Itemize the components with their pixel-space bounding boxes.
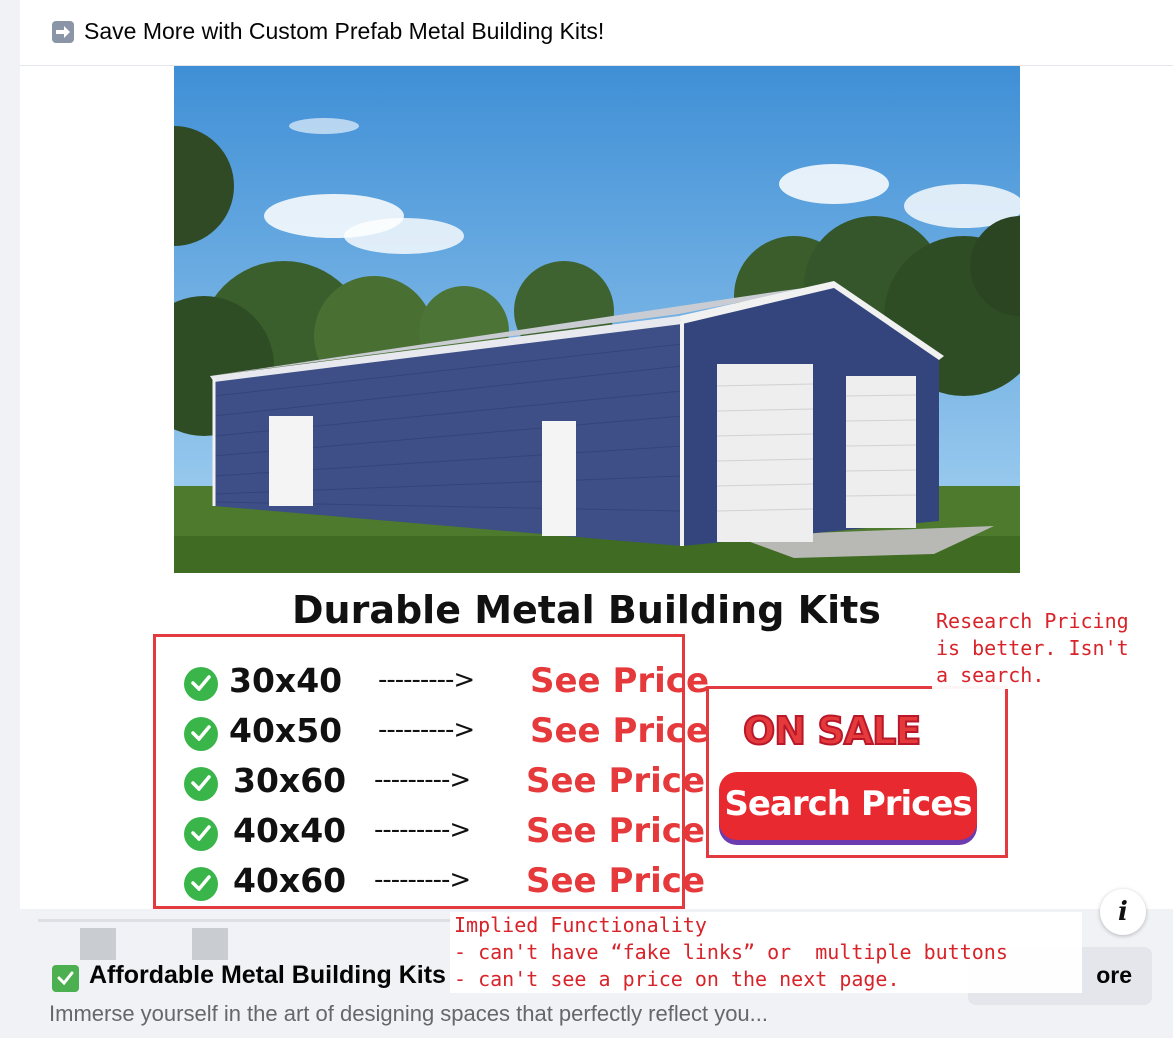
see-price-link[interactable]: See Price: [530, 661, 709, 701]
post-text: Save More with Custom Prefab Metal Build…: [84, 18, 605, 44]
ad-image[interactable]: [174, 66, 1020, 573]
link-title[interactable]: Affordable Metal Building Kits: [89, 961, 446, 990]
size-label: 40x50: [229, 711, 343, 750]
size-label: 30x60: [233, 761, 347, 800]
size-label: 40x40: [233, 811, 347, 850]
size-price-list: 30x40 ---------> See Price 40x50 -------…: [153, 634, 709, 909]
link-title-row: Affordable Metal Building Kits: [52, 961, 452, 997]
link-description: Immerse yourself in the art of designing…: [49, 1001, 769, 1026]
info-icon[interactable]: i: [1100, 889, 1146, 935]
check-icon: [184, 717, 218, 751]
arrow-dashes: --------->: [374, 765, 471, 795]
size-label: 30x40: [229, 661, 343, 700]
on-sale-badge: ON SALE: [742, 708, 922, 754]
annotation-research-pricing: Research Pricing is better. Isn't a sear…: [932, 608, 1162, 689]
arrow-dashes: --------->: [378, 665, 475, 695]
creative-headline: Durable Metal Building Kits: [292, 588, 881, 632]
arrow-dashes: --------->: [378, 715, 475, 745]
annotation-implied-functionality: Implied Functionality - can't have “fake…: [450, 912, 1082, 993]
arrow-dashes: --------->: [374, 815, 471, 845]
sale-callout: ON SALE Search Prices: [706, 686, 1008, 858]
carousel-progress-track: [38, 919, 458, 922]
right-arrow-icon: [52, 21, 74, 43]
size-label: 40x60: [233, 861, 347, 900]
green-check-icon: [52, 965, 79, 992]
arrow-dashes: --------->: [374, 865, 471, 895]
see-price-link[interactable]: See Price: [526, 811, 705, 851]
check-icon: [184, 817, 218, 851]
see-price-link[interactable]: See Price: [526, 861, 705, 901]
search-prices-button[interactable]: Search Prices: [719, 772, 977, 840]
check-icon: [184, 667, 218, 701]
see-price-link[interactable]: See Price: [530, 711, 709, 751]
check-icon: [184, 767, 218, 801]
learn-more-label: ore: [1096, 962, 1132, 988]
carousel-thumbnail[interactable]: [80, 928, 116, 960]
carousel-thumbnail[interactable]: [192, 928, 228, 960]
see-price-link[interactable]: See Price: [526, 761, 705, 801]
post-header: Save More with Custom Prefab Metal Build…: [20, 0, 1173, 66]
check-icon: [184, 867, 218, 901]
